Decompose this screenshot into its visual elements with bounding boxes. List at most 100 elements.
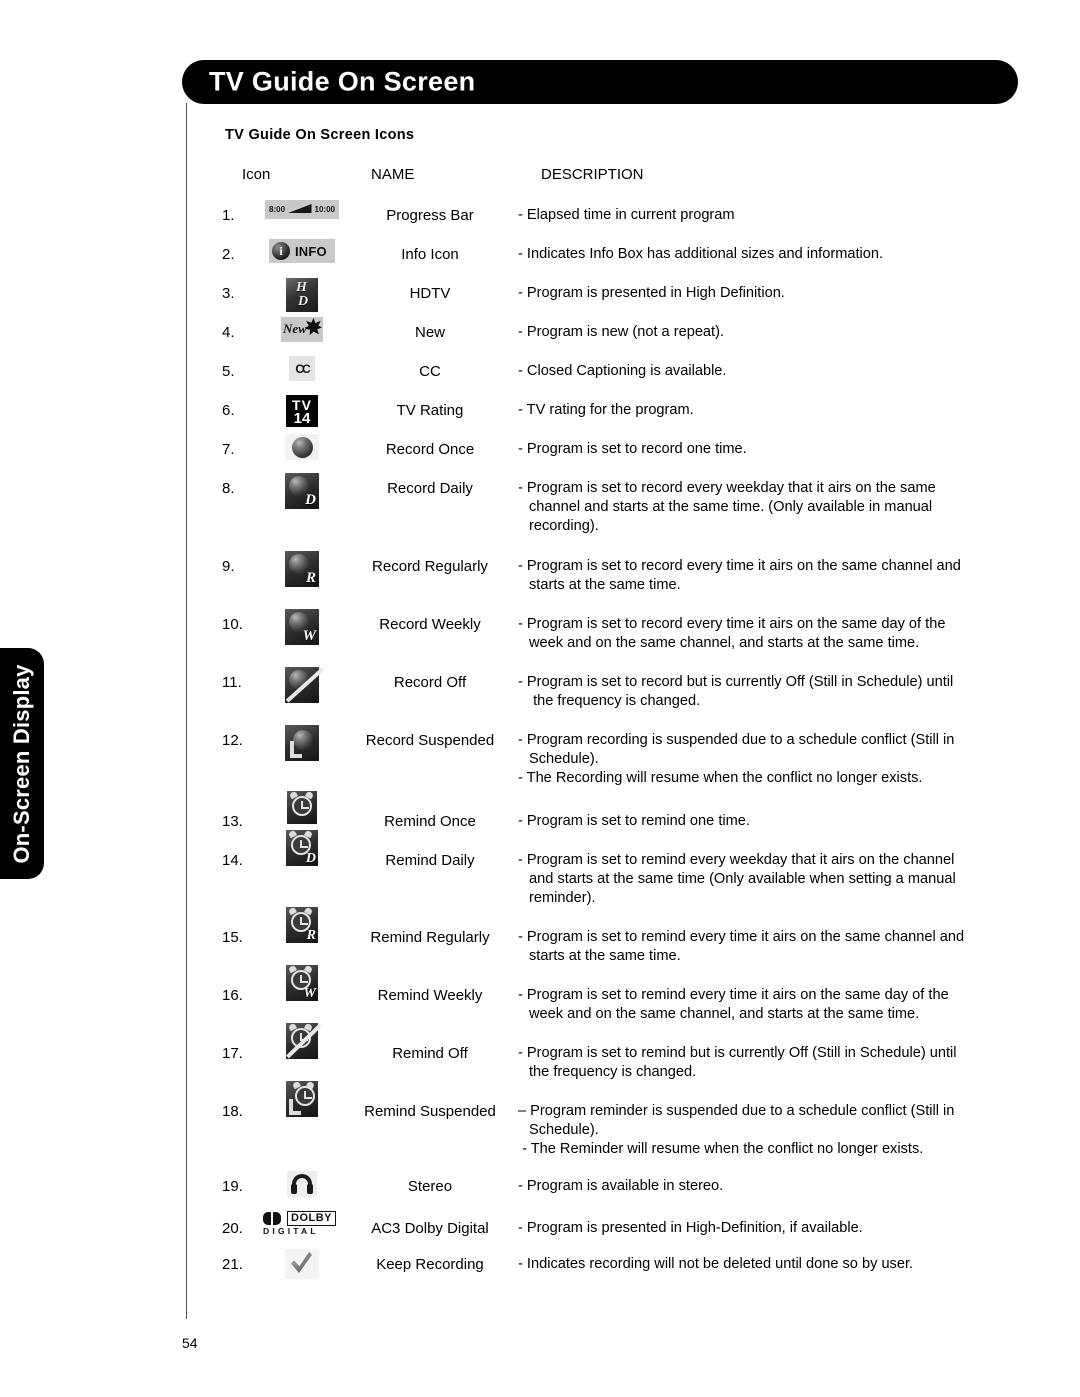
row-icon-cell: TV 14: [262, 395, 342, 427]
description-line: - Program is set to record every time it…: [518, 616, 946, 632]
description-line: - Program is presented in High-Definitio…: [518, 1220, 863, 1236]
row-icon-cell: [262, 1022, 342, 1059]
row-description: - Program is available in stereo.: [518, 1177, 1018, 1196]
description-line: - Elapsed time in current program: [518, 207, 735, 223]
record-daily-icon: D: [285, 473, 319, 509]
row-name: Record Once: [385, 441, 475, 458]
row-description: - Program is set to record but is curren…: [518, 673, 1018, 711]
row-description: - Program is new (not a repeat).: [518, 323, 1018, 342]
row-description: - Indicates Info Box has additional size…: [518, 245, 1018, 264]
row-description: - Program is set to remind every time it…: [518, 986, 1018, 1024]
row-description: - Program is set to remind every weekday…: [518, 851, 1018, 909]
row-description: - Indicates recording will not be delete…: [518, 1255, 1018, 1274]
row-icon-cell: [262, 1249, 342, 1279]
table-row: 8. D Record Daily - Program is set to recor…: [0, 473, 1080, 534]
row-number: 17.: [222, 1045, 243, 1062]
row-icon-cell: New: [262, 317, 342, 342]
description-line: and starts at the same time (Only availa…: [529, 871, 956, 888]
table-row: 1. 8:00 10:00 Progress Bar - Elapsed time in…: [0, 200, 1080, 224]
description-line: - The Reminder will resume when the conf…: [518, 1141, 924, 1158]
description-line: - Program is set to remind one time.: [518, 813, 750, 829]
page-title: TV Guide On Screen: [209, 66, 476, 97]
row-icon-cell: [262, 434, 342, 460]
row-description: - Program is set to record every time it…: [518, 615, 1018, 653]
row-name: Info Icon: [401, 246, 459, 263]
row-icon-cell: W: [262, 964, 342, 1001]
row-number: 4.: [222, 324, 235, 341]
new-icon: New: [281, 317, 323, 342]
row-name: Remind Weekly: [377, 987, 483, 1004]
description-line: Schedule).: [529, 1122, 599, 1139]
record-regularly-icon: R: [285, 551, 319, 587]
description-line: - Program is set to record every weekday…: [518, 480, 936, 496]
row-name: Remind Suspended: [364, 1103, 496, 1120]
table-row: 3. H D HDTV - Program is presented in High D…: [0, 278, 1080, 312]
hdtv-icon: HD: [286, 278, 318, 312]
row-name: Remind Once: [384, 813, 476, 830]
description-line: the frequency is changed.: [529, 693, 701, 710]
row-icon-cell: [262, 1080, 342, 1117]
remind-off-icon: [286, 1022, 322, 1059]
row-description: - Program is presented in High-Definitio…: [518, 1219, 1018, 1238]
row-name: HDTV: [409, 285, 451, 302]
row-name: New: [414, 324, 445, 341]
description-line: - Program is set to remind every weekday…: [518, 852, 955, 868]
row-name: CC: [419, 363, 441, 380]
column-header-description: DESCRIPTION: [541, 166, 644, 183]
row-icon-cell: D: [262, 829, 342, 866]
row-name: Remind Daily: [385, 852, 475, 869]
row-description: – Program reminder is suspended due to a…: [518, 1102, 1018, 1160]
row-name: Remind Off: [392, 1045, 468, 1062]
row-number: 2.: [222, 246, 235, 263]
table-row: 20. DOLBY DIGITAL AC3 Dolby Digital - Progra…: [0, 1210, 1080, 1237]
description-line: recording).: [529, 518, 599, 535]
row-name: Record Suspended: [365, 732, 495, 749]
table-row: 9. R Record Regularly - Program is set to r…: [0, 551, 1080, 593]
description-line: - Program is set to record one time.: [518, 441, 747, 457]
description-line: starts at the same time.: [529, 577, 681, 594]
record-off-icon: [285, 667, 325, 703]
row-number: 10.: [222, 616, 243, 633]
row-number: 15.: [222, 929, 243, 946]
table-row: 16. W Remind Weekly - Program is set to rem…: [0, 964, 1080, 1022]
description-line: - Program is set to record every time it…: [518, 558, 961, 574]
description-line: - TV rating for the program.: [518, 402, 694, 418]
row-icon-cell: CC: [262, 356, 342, 381]
description-line: Schedule).: [529, 751, 599, 768]
row-icon-cell: [262, 790, 342, 824]
column-header-name: NAME: [371, 166, 415, 183]
tv-rating-icon: TV 14: [286, 395, 318, 427]
table-row: 15. R Remind Regularly - Program is set to …: [0, 906, 1080, 964]
description-line: - Closed Captioning is available.: [518, 363, 727, 379]
row-number: 14.: [222, 852, 243, 869]
row-number: 9.: [222, 558, 235, 575]
remind-regularly-icon: R: [286, 906, 318, 943]
row-description: - Program is set to record every time it…: [518, 557, 1018, 595]
table-row: 17. Remind Off - Program is set to remind …: [0, 1022, 1080, 1080]
row-description: - Program is set to remind every time it…: [518, 928, 1018, 966]
row-number: 13.: [222, 813, 243, 830]
closed-caption-icon: CC: [289, 356, 315, 381]
remind-weekly-icon: W: [286, 964, 318, 1001]
keep-recording-icon: [285, 1249, 319, 1279]
description-line: - Program is new (not a repeat).: [518, 324, 725, 340]
stereo-icon: [287, 1171, 317, 1197]
row-description: - Program is set to remind one time.: [518, 812, 1018, 831]
description-line: - Program is set to remind every time it…: [518, 987, 949, 1003]
description-line: channel and starts at the same time. (On…: [529, 499, 933, 516]
row-icon-cell: [262, 725, 342, 761]
row-icon-cell: DOLBY DIGITAL: [262, 1211, 342, 1236]
dolby-digital-icon: DOLBY DIGITAL: [263, 1211, 341, 1236]
row-number: 21.: [222, 1256, 243, 1273]
remind-daily-icon: D: [286, 829, 318, 866]
record-weekly-icon: W: [285, 609, 319, 645]
progress-bar-icon: 8:00 10:00: [265, 200, 339, 219]
row-icon-cell: [262, 1171, 342, 1197]
table-row: 14. D Remind Daily - Program is set to remi…: [0, 829, 1080, 906]
description-line: - Indicates Info Box has additional size…: [518, 246, 884, 262]
table-row: 13. Remind Once - Program is set to remind…: [0, 790, 1080, 830]
table-row: 21. Keep Recording - Indicates recording w…: [0, 1249, 1080, 1279]
row-icon-cell: W: [262, 609, 342, 645]
row-name: Record Daily: [387, 480, 473, 497]
record-suspended-icon: [285, 725, 319, 761]
